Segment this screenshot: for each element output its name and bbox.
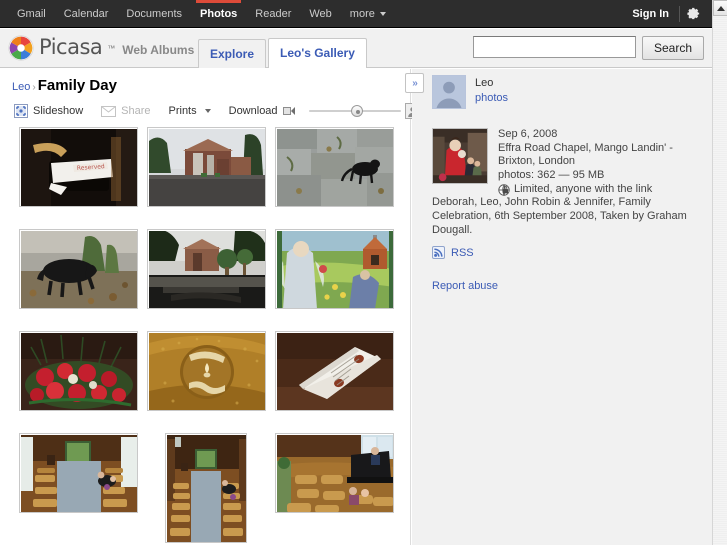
owner-name: Leo: [475, 77, 494, 89]
picasa-wordmark: Picasa: [39, 35, 103, 59]
gallery-tabs: Explore Leo's Gallery: [198, 38, 369, 68]
breadcrumb-separator: ›: [32, 82, 36, 93]
photo-cell: [142, 433, 270, 543]
report-abuse-link[interactable]: Report abuse: [432, 280, 498, 292]
photo-cell: Reserved: [14, 127, 142, 229]
gbar-link-photos[interactable]: Photos: [191, 0, 246, 28]
gbar-link-documents[interactable]: Documents: [117, 0, 191, 28]
photo-cell: [14, 331, 142, 433]
scrollbar-track[interactable]: [713, 16, 727, 545]
breadcrumb-owner-link[interactable]: Leo: [12, 81, 30, 93]
user-avatar[interactable]: [432, 75, 466, 109]
scroll-up-arrow-icon: [716, 5, 725, 11]
album-toolbar: Slideshow Share Prints Download: [12, 99, 421, 123]
photo-cell: [270, 433, 398, 535]
picasa-logo[interactable]: Picasa ™ Web Albums: [8, 35, 194, 61]
google-account-area: Sign In: [622, 0, 712, 28]
thumbnail-size-control: [308, 103, 421, 119]
breadcrumb: Leo › Family Day: [12, 77, 117, 94]
collapse-sidebar-button[interactable]: »: [405, 73, 424, 93]
search-area: Search: [472, 36, 704, 60]
photo-thumbnail-6[interactable]: [274, 229, 394, 309]
photo-thumbnail-7[interactable]: [18, 331, 138, 411]
album-metadata: Sep 6, 2008 Effra Road Chapel, Mango Lan…: [432, 128, 698, 197]
gbar-link-gmail[interactable]: Gmail: [8, 0, 55, 28]
photo-thumbnail-8[interactable]: [146, 331, 266, 411]
search-input[interactable]: [472, 36, 636, 58]
photo-thumbnail-9[interactable]: [274, 331, 394, 411]
photo-thumbnail-3[interactable]: [274, 127, 394, 207]
gbar-more-menu[interactable]: more: [341, 0, 395, 28]
slideshow-icon: [14, 104, 28, 118]
gear-icon: [686, 7, 699, 20]
gbar-link-web[interactable]: Web: [300, 0, 340, 28]
owner-photos-link[interactable]: photos: [475, 91, 508, 106]
photo-cell: [270, 331, 398, 433]
photo-thumbnail-12[interactable]: [274, 433, 394, 513]
photo-cell: [270, 127, 398, 229]
photo-thumbnail-1[interactable]: Reserved: [18, 127, 138, 207]
gbar-link-reader[interactable]: Reader: [246, 0, 300, 28]
web-albums-subtitle: Web Albums: [122, 43, 195, 57]
settings-gear-button[interactable]: [680, 0, 706, 28]
page-title: Family Day: [37, 77, 117, 94]
rss-label: RSS: [451, 246, 474, 259]
globe-lock-icon: [498, 184, 510, 196]
picasa-pinwheel-icon: [8, 35, 34, 61]
photo-thumbnail-10[interactable]: [18, 433, 138, 513]
photo-thumbnail-2[interactable]: [146, 127, 266, 207]
download-label: Download: [228, 105, 278, 117]
album-content-area: Leo › Family Day Slideshow Share Prints …: [0, 69, 421, 545]
photo-cell: [142, 331, 270, 433]
prints-menu-button[interactable]: Prints: [160, 100, 220, 122]
chevron-down-icon: [204, 109, 211, 113]
tab-explore[interactable]: Explore: [198, 39, 267, 68]
share-button: Share: [92, 100, 159, 122]
slideshow-button[interactable]: Slideshow: [12, 100, 92, 122]
album-owner: Leo photos: [432, 75, 508, 109]
tab-leos-gallery[interactable]: Leo's Gallery: [268, 38, 367, 68]
rss-icon: [432, 246, 445, 259]
share-label: Share: [121, 105, 151, 117]
picasa-web-albums-page: Gmail Calendar Documents Photos Reader W…: [0, 0, 727, 545]
photo-cell: [14, 433, 142, 535]
download-icon: [282, 107, 295, 115]
slideshow-label: Slideshow: [33, 105, 84, 117]
owner-text: Leo photos: [475, 75, 508, 106]
gbar-link-calendar[interactable]: Calendar: [55, 0, 118, 28]
google-services-nav: Gmail Calendar Documents Photos Reader W…: [0, 0, 395, 28]
album-description: Deborah, Leo, John Robin & Jennifer, Fam…: [432, 196, 687, 236]
sign-in-button[interactable]: Sign In: [622, 8, 679, 20]
album-stats: photos: 362 — 95 MB: [498, 168, 605, 181]
album-location: Effra Road Chapel, Mango Landin' - Brixt…: [498, 141, 673, 168]
photo-cell: [14, 229, 142, 331]
album-info-sidebar: » Leo photos Sep 6, 2008 Effra Road Chap…: [405, 69, 712, 545]
photo-cell: [142, 127, 270, 229]
google-top-bar: Gmail Calendar Documents Photos Reader W…: [0, 0, 712, 28]
album-cover-thumbnail[interactable]: [432, 128, 488, 184]
album-meta-text: Sep 6, 2008 Effra Road Chapel, Mango Lan…: [498, 128, 698, 197]
photo-cell: [142, 229, 270, 331]
photo-grid: Reserved: [14, 127, 400, 543]
search-button[interactable]: Search: [641, 36, 704, 60]
rss-link[interactable]: RSS: [432, 246, 474, 259]
photo-thumbnail-11[interactable]: [165, 433, 247, 543]
trademark-mark: ™: [107, 43, 116, 53]
photo-thumbnail-5[interactable]: [146, 229, 266, 309]
scroll-up-button[interactable]: [713, 0, 727, 16]
slider-handle[interactable]: [350, 105, 363, 117]
download-button[interactable]: Download: [220, 100, 305, 122]
page-scrollbar[interactable]: [712, 0, 727, 545]
photo-thumbnail-4[interactable]: [18, 229, 138, 309]
prints-label: Prints: [168, 105, 197, 117]
photo-cell: [270, 229, 398, 331]
thumbnail-size-slider[interactable]: [308, 104, 401, 118]
album-date: Sep 6, 2008: [498, 128, 558, 140]
picasa-header: Picasa ™ Web Albums Explore Leo's Gallery…: [0, 29, 712, 68]
envelope-icon: [101, 105, 117, 117]
